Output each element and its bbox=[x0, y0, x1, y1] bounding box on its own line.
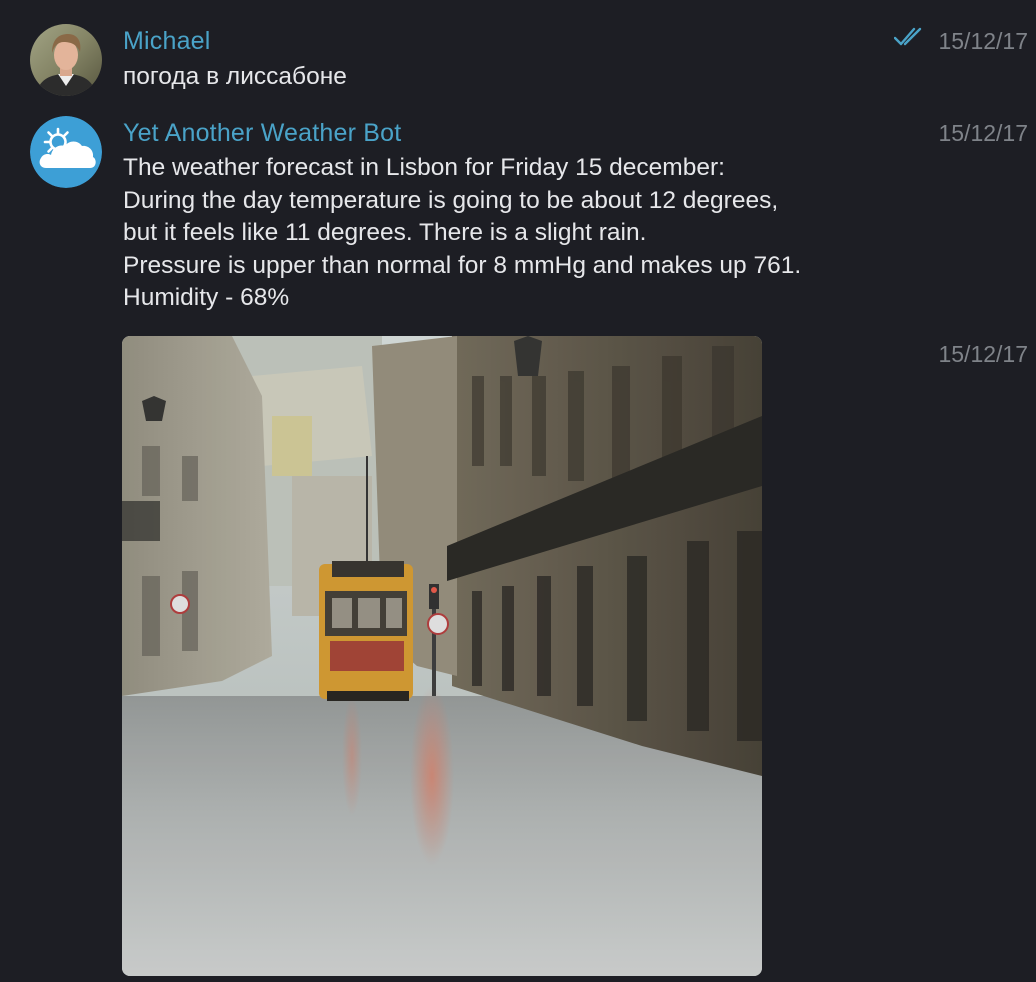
message-line: погода в лиссабоне bbox=[123, 63, 347, 90]
message-line: but it feels like 11 degrees. There is a… bbox=[123, 219, 647, 247]
user-avatar[interactable] bbox=[30, 24, 102, 96]
rainy-lisbon-street-tram-photo[interactable] bbox=[122, 336, 762, 976]
message-line: The weather forecast in Lisbon for Frida… bbox=[123, 154, 725, 181]
message-line: Pressure is upper than normal for 8 mmHg… bbox=[123, 251, 802, 279]
message-line: During the day temperature is going to b… bbox=[123, 186, 779, 214]
message-weather-bot[interactable]: Yet Another Weather Bot 15/12/17 The wea… bbox=[0, 110, 1036, 330]
chat-history: Michael 15/12/17 погода в лиссабоне Yet … bbox=[0, 0, 1036, 982]
message-text: The weather forecast in Lisbon for Frida… bbox=[123, 152, 801, 315]
sender-name[interactable]: Yet Another Weather Bot bbox=[123, 119, 401, 148]
message-line: Humidity - 68% bbox=[123, 284, 290, 312]
sender-name[interactable]: Michael bbox=[123, 27, 211, 56]
photo-message-time: 15/12/17 bbox=[938, 341, 1028, 367]
message-text: погода в лиссабоне bbox=[123, 61, 347, 94]
message-time: 15/12/17 bbox=[938, 120, 1028, 146]
message-time: 15/12/17 bbox=[938, 28, 1028, 54]
read-double-check-icon bbox=[894, 27, 922, 46]
sun-cloud-icon bbox=[30, 116, 102, 188]
message-michael[interactable]: Michael 15/12/17 погода в лиссабоне bbox=[0, 0, 1036, 110]
bot-avatar[interactable] bbox=[30, 116, 102, 188]
